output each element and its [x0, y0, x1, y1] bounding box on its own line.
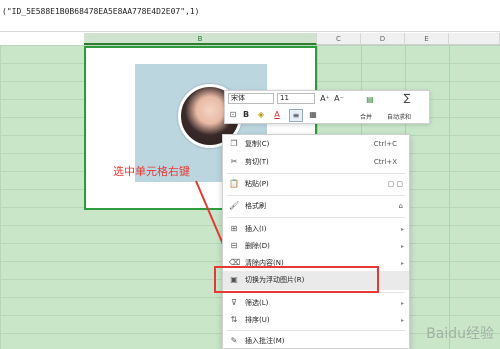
comment-icon: ✎: [230, 336, 238, 345]
column-header-d[interactable]: D: [361, 33, 405, 45]
menu-separator: [227, 173, 405, 174]
highlight-box: [214, 266, 379, 293]
formula-text: ("ID_5E588E1B0B68478EA5E8AA778E4D2E07",1…: [2, 7, 200, 16]
column-header-f[interactable]: [449, 33, 500, 45]
column-header-c[interactable]: C: [317, 33, 361, 45]
menu-item-insert-comment[interactable]: ✎ 插入批注(M): [223, 332, 409, 349]
format-icon[interactable]: ⊡: [228, 109, 238, 120]
menu-item-format-painter[interactable]: 🖌 格式刷 ⌂: [223, 197, 409, 216]
merge-icon[interactable]: ▤: [363, 94, 377, 105]
cut-icon: ✂: [230, 157, 238, 166]
delete-icon: ⊟: [230, 241, 238, 250]
column-header-e[interactable]: E: [405, 33, 449, 45]
format-painter-icon: 🖌: [229, 201, 240, 210]
format-painter-extra-icon[interactable]: ⌂: [399, 197, 403, 216]
autosum-icon[interactable]: ∑: [400, 93, 414, 104]
chevron-right-icon: ▸: [400, 317, 404, 324]
paste-icon: 📋: [229, 179, 239, 188]
copy-icon: ❐: [230, 139, 238, 148]
grow-font-icon[interactable]: A⁺: [319, 93, 331, 104]
align-center-icon[interactable]: ≡: [289, 109, 303, 122]
fill-color-icon[interactable]: ◈: [255, 109, 267, 120]
menu-item-sort[interactable]: ⇅ 排序(U) ▸: [223, 311, 409, 330]
shrink-font-icon[interactable]: A⁻: [333, 93, 345, 104]
sort-icon: ⇅: [230, 315, 238, 324]
watermark-logo: Baidu经验: [426, 326, 494, 342]
column-header-b[interactable]: B: [84, 33, 317, 45]
paste-options-icon[interactable]: ▢ ▢: [388, 175, 403, 194]
menu-separator: [227, 330, 405, 331]
mini-toolbar: 宋体 11 A⁺ A⁻ ⊡ B ◈ A ≡ ▦ ▤ 合并 ∑ 自动求和: [224, 90, 430, 124]
menu-item-paste[interactable]: 📋 粘贴(P) ▢ ▢: [223, 175, 409, 194]
grid-line: [449, 45, 450, 349]
font-color-icon[interactable]: A: [271, 109, 283, 120]
menu-separator: [227, 195, 405, 196]
menu-item-copy[interactable]: ❐ 复制(C) Ctrl+C: [223, 135, 409, 154]
font-size-select[interactable]: 11: [277, 93, 315, 104]
menu-separator: [227, 217, 405, 218]
insert-icon: ⊞: [230, 224, 238, 233]
border-icon[interactable]: ▦: [307, 109, 319, 120]
annotation-text: 选中单元格右键: [113, 165, 190, 178]
bold-button[interactable]: B: [241, 109, 251, 120]
formula-bar[interactable]: ("ID_5E588E1B0B68478EA5E8AA778E4D2E07",1…: [0, 0, 500, 32]
filter-icon: ⊽: [231, 298, 237, 307]
menu-item-cut[interactable]: ✂ 剪切(T) Ctrl+X: [223, 153, 409, 172]
font-family-select[interactable]: 宋体: [228, 93, 274, 104]
autosum-button[interactable]: 自动求和: [387, 112, 411, 121]
merge-button[interactable]: 合并: [360, 112, 372, 121]
context-menu: ❐ 复制(C) Ctrl+C ✂ 剪切(T) Ctrl+X 📋 粘贴(P) ▢ …: [222, 134, 410, 349]
